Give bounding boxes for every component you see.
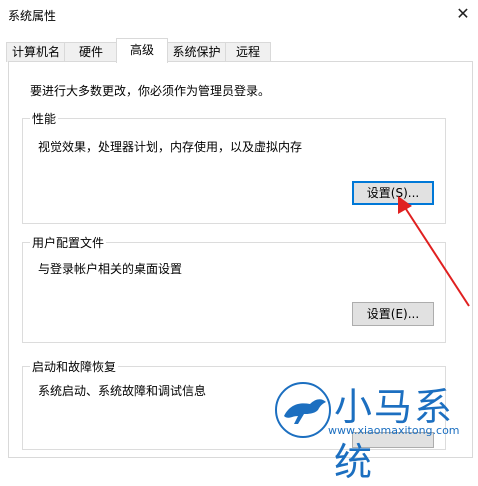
horse-logo-icon xyxy=(275,382,331,438)
watermark-logo: 小马系统 www.xiaomaxitong.com xyxy=(272,376,478,484)
tab-advanced[interactable]: 高级 xyxy=(116,38,168,63)
watermark-url: www.xiaomaxitong.com xyxy=(328,424,460,437)
